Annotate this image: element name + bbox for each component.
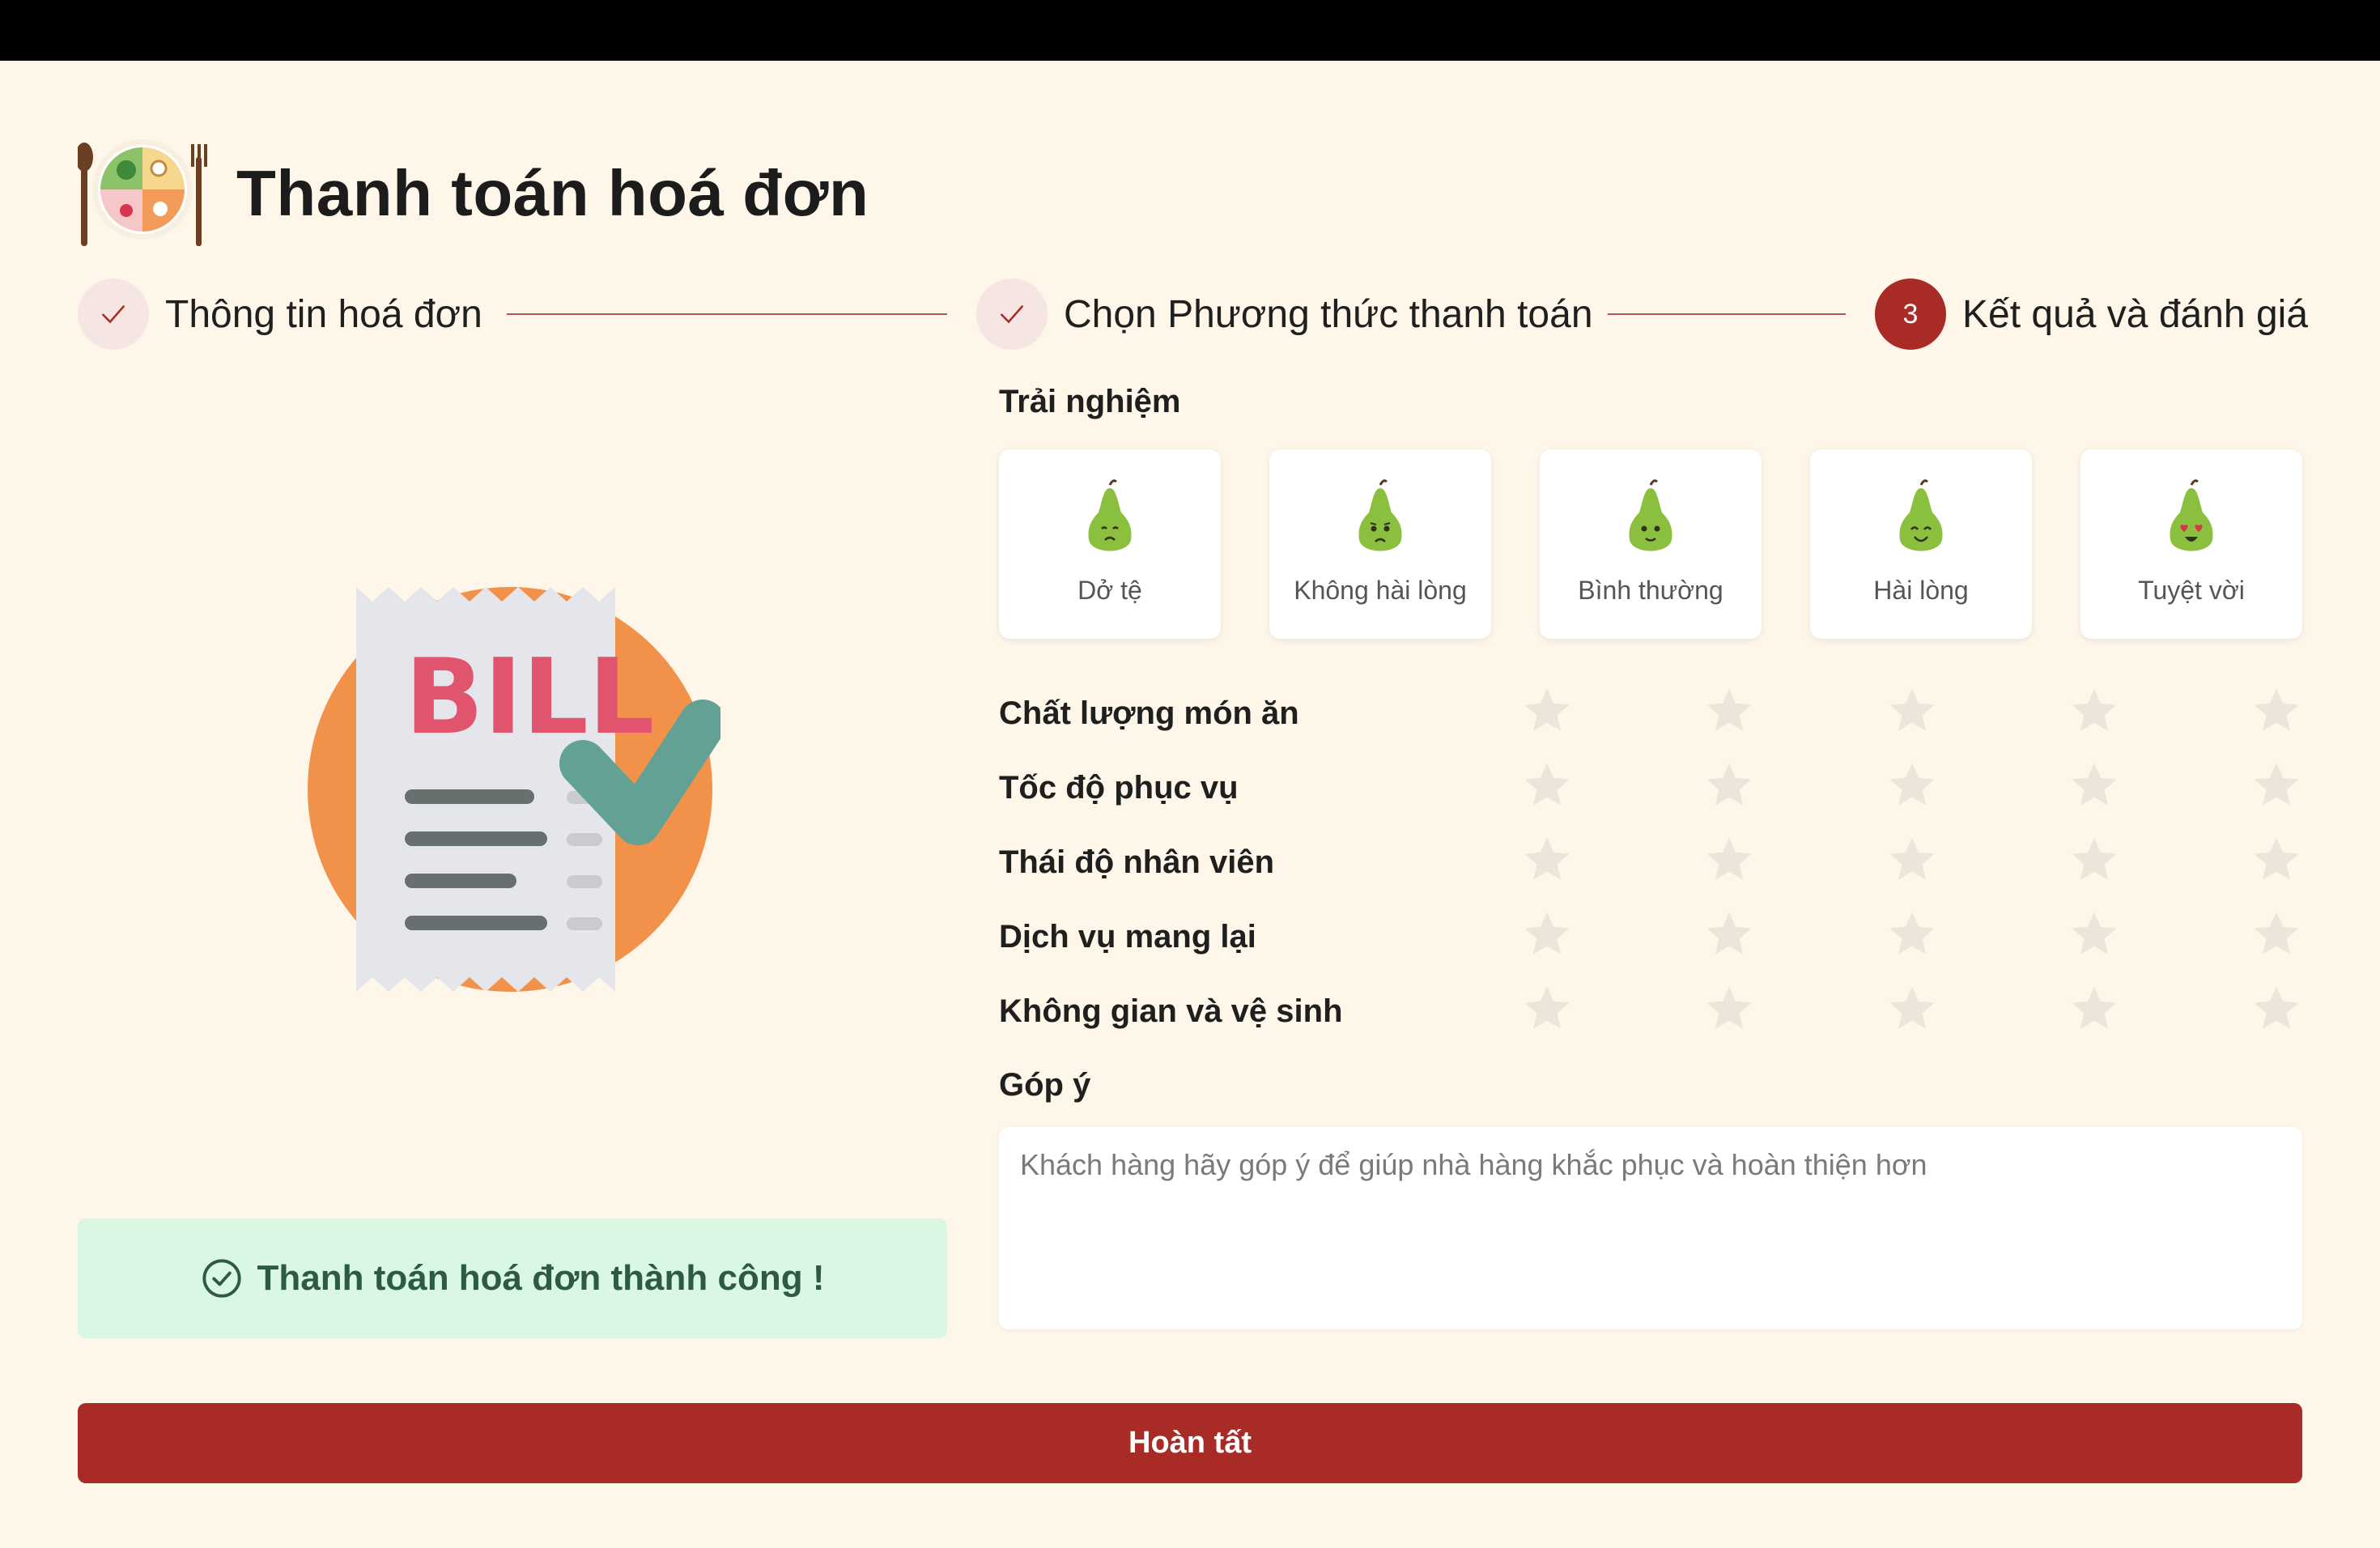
rating-label: Dịch vụ mang lại <box>999 919 1256 955</box>
step-result-review[interactable]: 3 Kết quả và đánh giá <box>1875 275 2308 353</box>
pear-happy-icon <box>1899 479 1943 551</box>
star-icon[interactable] <box>2250 684 2303 738</box>
star-icon[interactable] <box>1702 684 1756 738</box>
payment-success-banner: Thanh toán hoá đơn thành công ! <box>78 1218 947 1338</box>
rating-row: Chất lượng món ăn <box>999 684 2302 741</box>
check-icon <box>78 279 149 350</box>
experience-option-label: Dở tệ <box>1077 576 1142 605</box>
feedback-textarea[interactable] <box>999 1127 2302 1329</box>
pear-sad-icon <box>1088 479 1132 551</box>
pear-worried-icon <box>1358 479 1402 551</box>
star-icon[interactable] <box>1885 908 1939 961</box>
experience-option-bad[interactable]: Dở tệ <box>999 449 1221 639</box>
star-icon[interactable] <box>2250 833 2303 887</box>
rating-label: Không gian và vệ sinh <box>999 993 1343 1029</box>
step-payment-method[interactable]: Chọn Phương thức thanh toán <box>976 275 1593 353</box>
experience-option-neutral[interactable]: Bình thường <box>1540 449 1762 639</box>
experience-option-label: Tuyệt vời <box>2138 576 2245 605</box>
food-plate-logo-icon <box>78 139 207 246</box>
rating-row: Không gian và vệ sinh <box>999 982 2302 1039</box>
star-icon[interactable] <box>1885 833 1939 887</box>
star-icon[interactable] <box>1520 759 1574 812</box>
experience-option-excellent[interactable]: Tuyệt vời <box>2080 449 2302 639</box>
bill-paid-illustration: BILL <box>308 587 720 992</box>
rating-label: Chất lượng món ăn <box>999 695 1299 731</box>
star-icon[interactable] <box>2250 908 2303 961</box>
experience-option-label: Hài lòng <box>1873 576 1969 605</box>
star-icon[interactable] <box>2250 982 2303 1036</box>
star-icon[interactable] <box>1520 908 1574 961</box>
feedback-label: Góp ý <box>999 1067 1091 1103</box>
step-label: Chọn Phương thức thanh toán <box>1064 292 1593 336</box>
rating-row: Tốc độ phục vụ <box>999 759 2302 815</box>
pear-neutral-icon <box>1629 479 1672 551</box>
experience-option-label: Bình thường <box>1578 576 1723 605</box>
experience-label: Trải nghiệm <box>999 384 1181 419</box>
star-icon[interactable] <box>2068 759 2121 812</box>
experience-option-label: Không hài lòng <box>1294 576 1467 605</box>
payment-stepper: Thông tin hoá đơn Chọn Phương thức thanh… <box>78 275 2308 353</box>
step-connector <box>507 313 947 315</box>
top-bar <box>0 0 2380 61</box>
star-icon[interactable] <box>1520 982 1574 1036</box>
star-icon[interactable] <box>1702 759 1756 812</box>
star-icon[interactable] <box>2068 908 2121 961</box>
check-circle-icon <box>202 1259 241 1298</box>
success-message: Thanh toán hoá đơn thành công ! <box>257 1258 825 1298</box>
star-icon[interactable] <box>1520 684 1574 738</box>
experience-options: Dở tệ Không hài lòng Bình thường Hài lòn… <box>999 449 2302 639</box>
step-label: Thông tin hoá đơn <box>165 292 482 336</box>
pear-love-icon <box>2170 479 2213 551</box>
bill-text: BILL <box>405 637 654 758</box>
rating-label: Thái độ nhân viên <box>999 844 1275 880</box>
rating-row: Thái độ nhân viên <box>999 833 2302 890</box>
star-icon[interactable] <box>1520 833 1574 887</box>
rating-row: Dịch vụ mang lại <box>999 908 2302 964</box>
step-number-badge: 3 <box>1875 279 1946 350</box>
star-icon[interactable] <box>2068 833 2121 887</box>
page-header: Thanh toán hoá đơn <box>78 133 869 254</box>
star-icon[interactable] <box>1885 684 1939 738</box>
star-icon[interactable] <box>2068 684 2121 738</box>
rating-label: Tốc độ phục vụ <box>999 770 1239 806</box>
star-icon[interactable] <box>1702 908 1756 961</box>
step-label: Kết quả và đánh giá <box>1962 292 2309 336</box>
page-title: Thanh toán hoá đơn <box>236 157 869 229</box>
star-icon[interactable] <box>1702 833 1756 887</box>
step-connector <box>1608 313 1846 315</box>
star-icon[interactable] <box>1702 982 1756 1036</box>
star-icon[interactable] <box>1885 982 1939 1036</box>
step-invoice-info[interactable]: Thông tin hoá đơn <box>78 275 482 353</box>
finish-button[interactable]: Hoàn tất <box>78 1403 2302 1483</box>
star-icon[interactable] <box>1885 759 1939 812</box>
star-icon[interactable] <box>2250 759 2303 812</box>
experience-option-unsatisfied[interactable]: Không hài lòng <box>1269 449 1491 639</box>
check-icon <box>976 279 1048 350</box>
experience-option-satisfied[interactable]: Hài lòng <box>1810 449 2032 639</box>
star-icon[interactable] <box>2068 982 2121 1036</box>
